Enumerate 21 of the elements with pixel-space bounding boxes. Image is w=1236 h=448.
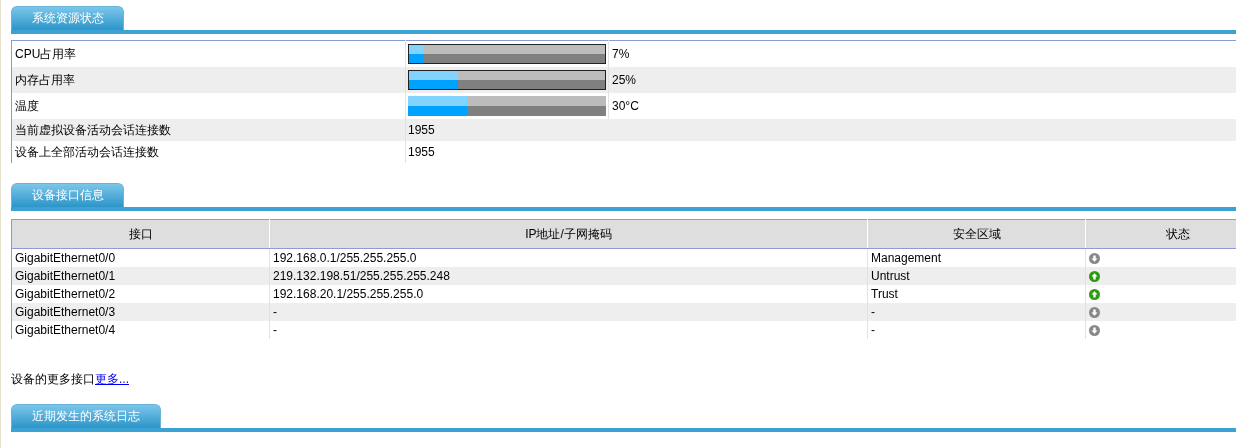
table-cell: Untrust	[867, 267, 1086, 285]
table-cell: -	[867, 303, 1086, 321]
resource-label: 设备上全部活动会话连接数	[11, 141, 406, 163]
table-cell: -	[269, 321, 868, 339]
table-cell: GigabitEthernet0/1	[11, 267, 270, 285]
table-cell: -	[867, 321, 1086, 339]
resource-value: 1955	[405, 119, 1236, 141]
table-cell: GigabitEthernet0/3	[11, 303, 270, 321]
more-interfaces-text: 设备的更多接口	[11, 372, 95, 386]
resource-value: 1955	[405, 141, 1236, 163]
column-header: 状态	[1166, 226, 1190, 241]
resource-label: 内存占用率	[11, 67, 406, 93]
table-cell: -	[269, 303, 868, 321]
more-link[interactable]: 更多...	[95, 372, 129, 386]
column-header: IP地址/子网掩码	[525, 226, 612, 241]
resource-label: 当前虚拟设备活动会话连接数	[11, 119, 406, 141]
column-header: 接口	[128, 226, 153, 241]
table-cell: GigabitEthernet0/4	[11, 321, 270, 339]
column-header: 安全区域	[952, 226, 1001, 241]
resource-value: 25%	[608, 67, 1236, 93]
table-cell: 219.132.198.51/255.255.255.248	[269, 267, 868, 285]
